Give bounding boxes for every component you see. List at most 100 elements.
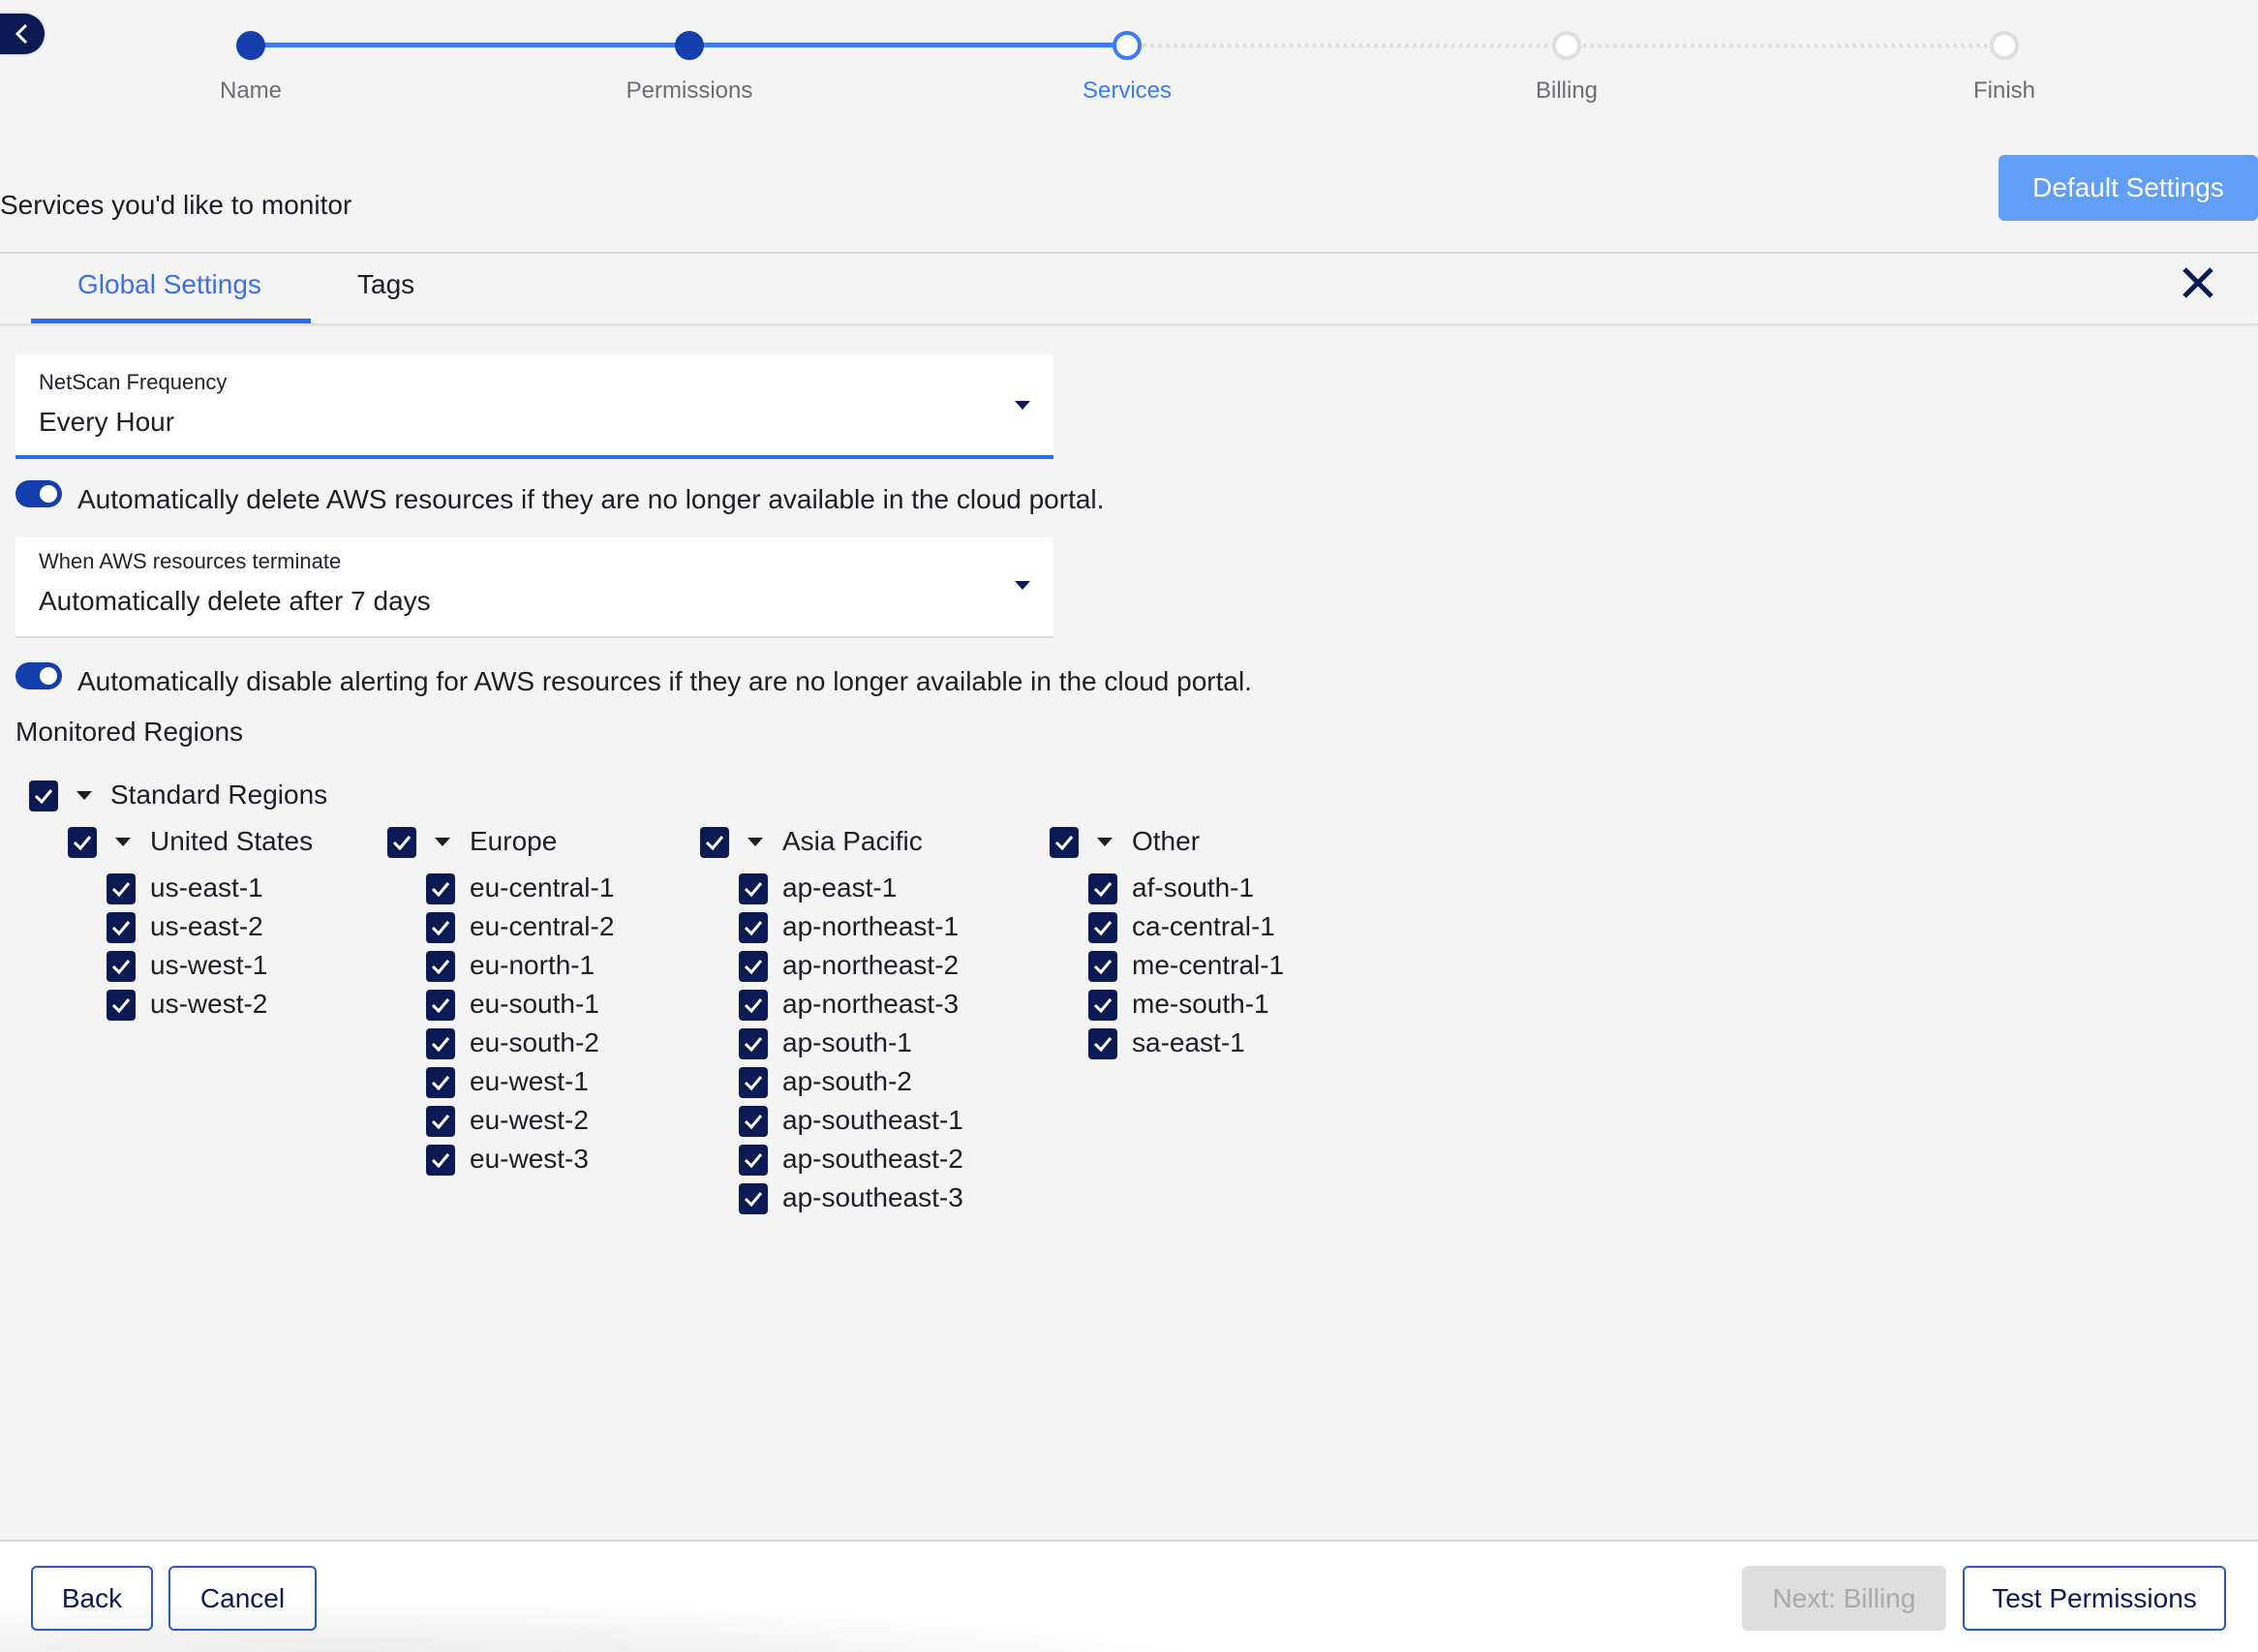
netscan-frequency-select[interactable]: NetScan Frequency Every Hour xyxy=(15,354,1053,459)
netscan-frequency-value: Every Hour xyxy=(39,407,175,437)
standard-regions-label: Standard Regions xyxy=(110,780,328,810)
active-tab-indicator xyxy=(31,319,311,323)
checkmark-icon xyxy=(744,1076,763,1091)
step-dot-name xyxy=(236,31,265,60)
region-group-checkbox-united-states[interactable] xyxy=(68,827,97,858)
checkmark-icon xyxy=(1093,882,1113,898)
region-checkbox-ap-northeast-2[interactable] xyxy=(739,951,768,982)
region-checkbox-ap-south-1[interactable] xyxy=(739,1028,768,1059)
terminate-action-select[interactable]: When AWS resources terminate Automatical… xyxy=(15,537,1053,638)
region-label-us-west-1: us-west-1 xyxy=(150,950,268,980)
region-checkbox-eu-south-2[interactable] xyxy=(426,1028,455,1059)
terminate-action-value: Automatically delete after 7 days xyxy=(39,586,431,616)
default-settings-button[interactable]: Default Settings xyxy=(1999,155,2258,221)
region-checkbox-af-south-1[interactable] xyxy=(1088,873,1117,904)
region-label-us-west-2: us-west-2 xyxy=(150,989,268,1019)
back-nav-button[interactable] xyxy=(0,14,45,54)
region-checkbox-ap-southeast-3[interactable] xyxy=(739,1183,768,1214)
region-label-ap-northeast-2: ap-northeast-2 xyxy=(782,950,960,980)
tab-global-settings[interactable]: Global Settings xyxy=(77,269,261,300)
region-group-checkbox-asia-pacific[interactable] xyxy=(700,827,729,858)
checkmark-icon xyxy=(111,998,131,1014)
region-label-af-south-1: af-south-1 xyxy=(1132,872,1255,902)
collapse-caret-icon[interactable] xyxy=(435,838,450,846)
test-permissions-button[interactable]: Test Permissions xyxy=(1963,1566,2226,1631)
disable-alerting-toggle[interactable] xyxy=(15,662,62,689)
region-checkbox-eu-west-1[interactable] xyxy=(426,1067,455,1098)
disable-alerting-label: Automatically disable alerting for AWS r… xyxy=(77,666,1252,696)
checkmark-icon xyxy=(111,921,131,936)
checkmark-icon xyxy=(744,1192,763,1208)
region-checkbox-ap-east-1[interactable] xyxy=(739,873,768,904)
region-checkbox-ap-southeast-1[interactable] xyxy=(739,1106,768,1137)
checkmark-icon xyxy=(431,998,450,1014)
region-label-ap-east-1: ap-east-1 xyxy=(782,872,898,902)
region-checkbox-ca-central-1[interactable] xyxy=(1088,912,1117,943)
region-label-ap-southeast-1: ap-southeast-1 xyxy=(782,1105,963,1135)
region-label-eu-central-1: eu-central-1 xyxy=(470,872,615,902)
checkmark-icon xyxy=(431,1115,450,1130)
close-button[interactable] xyxy=(2179,263,2217,302)
toggle-knob xyxy=(40,485,57,503)
region-label-eu-west-1: eu-west-1 xyxy=(470,1066,589,1096)
region-group-checkbox-other[interactable] xyxy=(1050,827,1079,858)
step-label-name: Name xyxy=(219,77,283,104)
checkmark-icon xyxy=(1093,998,1113,1014)
region-checkbox-ap-northeast-3[interactable] xyxy=(739,990,768,1021)
standard-regions-checkbox[interactable] xyxy=(29,780,58,811)
auto-delete-toggle[interactable] xyxy=(15,480,62,507)
region-label-ap-south-1: ap-south-1 xyxy=(782,1027,912,1057)
checkmark-icon xyxy=(111,960,131,975)
region-group-checkbox-europe[interactable] xyxy=(387,827,416,858)
netscan-frequency-label: NetScan Frequency xyxy=(39,370,228,394)
region-label-us-east-1: us-east-1 xyxy=(150,872,263,902)
region-label-ap-northeast-3: ap-northeast-3 xyxy=(782,989,960,1019)
tab-tags[interactable]: Tags xyxy=(357,269,414,300)
checkmark-icon xyxy=(111,882,131,898)
region-checkbox-ap-northeast-1[interactable] xyxy=(739,912,768,943)
region-label-me-central-1: me-central-1 xyxy=(1132,950,1285,980)
auto-delete-label: Automatically delete AWS resources if th… xyxy=(77,484,1105,514)
terminate-action-label: When AWS resources terminate xyxy=(39,549,342,573)
checkmark-icon xyxy=(34,789,53,805)
checkmark-icon xyxy=(431,1153,450,1169)
checkmark-icon xyxy=(1093,1037,1113,1053)
region-checkbox-sa-east-1[interactable] xyxy=(1088,1028,1117,1059)
checkmark-icon xyxy=(431,882,450,898)
region-checkbox-eu-central-1[interactable] xyxy=(426,873,455,904)
region-checkbox-us-east-2[interactable] xyxy=(107,912,136,943)
region-label-eu-south-2: eu-south-2 xyxy=(470,1027,599,1057)
region-label-ap-south-2: ap-south-2 xyxy=(782,1066,912,1096)
collapse-caret-icon[interactable] xyxy=(748,838,763,846)
region-label-me-south-1: me-south-1 xyxy=(1132,989,1269,1019)
region-checkbox-eu-north-1[interactable] xyxy=(426,951,455,982)
region-label-eu-north-1: eu-north-1 xyxy=(470,950,595,980)
region-checkbox-eu-west-3[interactable] xyxy=(426,1145,455,1176)
next-billing-button[interactable]: Next: Billing xyxy=(1742,1566,1946,1631)
checkmark-icon xyxy=(744,998,763,1014)
collapse-caret-icon[interactable] xyxy=(76,791,92,800)
region-checkbox-us-west-2[interactable] xyxy=(107,990,136,1021)
collapse-caret-icon[interactable] xyxy=(1097,838,1113,846)
region-checkbox-ap-south-2[interactable] xyxy=(739,1067,768,1098)
region-label-ap-southeast-3: ap-southeast-3 xyxy=(782,1182,963,1212)
region-checkbox-eu-south-1[interactable] xyxy=(426,990,455,1021)
region-group-label-united-states: United States xyxy=(150,826,314,856)
region-checkbox-eu-central-2[interactable] xyxy=(426,912,455,943)
region-checkbox-me-central-1[interactable] xyxy=(1088,951,1117,982)
collapse-caret-icon[interactable] xyxy=(115,838,131,846)
region-checkbox-eu-west-2[interactable] xyxy=(426,1106,455,1137)
step-label-permissions: Permissions xyxy=(626,77,753,104)
region-checkbox-ap-southeast-2[interactable] xyxy=(739,1145,768,1176)
step-dot-permissions xyxy=(675,31,704,60)
region-checkbox-us-east-1[interactable] xyxy=(107,873,136,904)
region-label-eu-west-2: eu-west-2 xyxy=(470,1105,589,1135)
cancel-button[interactable]: Cancel xyxy=(168,1566,317,1631)
region-group-label-europe: Europe xyxy=(470,826,558,856)
back-button[interactable]: Back xyxy=(31,1566,153,1631)
checkmark-icon xyxy=(744,1037,763,1053)
region-checkbox-me-south-1[interactable] xyxy=(1088,990,1117,1021)
region-label-ca-central-1: ca-central-1 xyxy=(1132,911,1275,941)
region-label-eu-central-2: eu-central-2 xyxy=(470,911,615,941)
region-checkbox-us-west-1[interactable] xyxy=(107,951,136,982)
